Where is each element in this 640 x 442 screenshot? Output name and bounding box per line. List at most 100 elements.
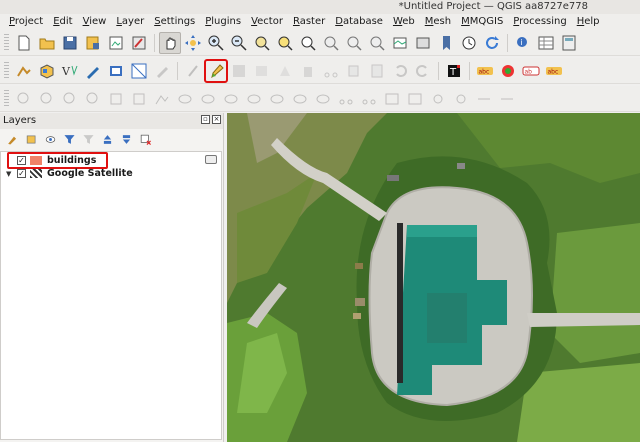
- zoom-last-icon[interactable]: [343, 32, 365, 54]
- zoom-native-icon[interactable]: [320, 32, 342, 54]
- trim-extend-icon[interactable]: [473, 88, 495, 110]
- layer-row-buildings[interactable]: ✓ buildings: [1, 152, 221, 169]
- open-project-icon[interactable]: [36, 32, 58, 54]
- collapse-all-icon[interactable]: [118, 131, 134, 147]
- menu-settings[interactable]: Settings: [149, 14, 200, 30]
- move-feature-icon[interactable]: [105, 88, 127, 110]
- field-calculator-icon[interactable]: [558, 32, 580, 54]
- add-part-icon[interactable]: [197, 88, 219, 110]
- menu-plugins[interactable]: Plugins: [200, 14, 246, 30]
- merge-features-icon[interactable]: [381, 88, 403, 110]
- zoom-in-icon[interactable]: [205, 32, 227, 54]
- current-edits-icon[interactable]: [182, 60, 204, 82]
- menu-mesh[interactable]: Mesh: [420, 14, 456, 30]
- reshape-features-icon[interactable]: [289, 88, 311, 110]
- bookmark-icon[interactable]: [435, 32, 457, 54]
- merge-attributes-icon[interactable]: [404, 88, 426, 110]
- layer-name[interactable]: Google Satellite: [47, 168, 133, 179]
- paste-features-icon[interactable]: [366, 60, 388, 82]
- text-annotation-icon[interactable]: T: [443, 60, 465, 82]
- expand-all-icon[interactable]: [99, 131, 115, 147]
- digitize-tracing-icon[interactable]: [13, 60, 35, 82]
- select-all-icon[interactable]: [82, 88, 104, 110]
- pan-to-selection-icon[interactable]: [182, 32, 204, 54]
- zoom-out-icon[interactable]: [228, 32, 250, 54]
- highlight-labels-icon[interactable]: ab: [520, 60, 542, 82]
- menu-view[interactable]: View: [78, 14, 112, 30]
- menu-web[interactable]: Web: [388, 14, 420, 30]
- manage-map-themes-icon[interactable]: [42, 131, 58, 147]
- identify-features-icon[interactable]: i: [512, 32, 534, 54]
- attribute-table-icon[interactable]: [535, 32, 557, 54]
- digitize-brush-icon[interactable]: [82, 60, 104, 82]
- reverse-line-icon[interactable]: [496, 88, 518, 110]
- rotate-point-symbols-icon[interactable]: [427, 88, 449, 110]
- open-layer-styling-icon[interactable]: [4, 131, 20, 147]
- split-features-icon[interactable]: [335, 88, 357, 110]
- zoom-to-layer-icon[interactable]: [297, 32, 319, 54]
- rotate-feature-icon[interactable]: [128, 88, 150, 110]
- layer-visibility-checkbox[interactable]: ✓: [17, 169, 26, 178]
- digitize-icon[interactable]: [151, 60, 173, 82]
- map-canvas[interactable]: [227, 113, 640, 442]
- redo-icon[interactable]: [412, 60, 434, 82]
- print-layout-icon[interactable]: [105, 32, 127, 54]
- filter-indicator-icon[interactable]: [205, 155, 217, 164]
- simplify-feature-icon[interactable]: [151, 88, 173, 110]
- refresh-icon[interactable]: [481, 32, 503, 54]
- zoom-full-icon[interactable]: [251, 32, 273, 54]
- add-feature-icon[interactable]: [251, 60, 273, 82]
- offset-curve-icon[interactable]: [312, 88, 334, 110]
- temporal-controller-icon[interactable]: [458, 32, 480, 54]
- remove-layer-icon[interactable]: [137, 131, 153, 147]
- split-parts-icon[interactable]: [358, 88, 380, 110]
- layer-row-google-satellite[interactable]: ▼ ✓ Google Satellite: [1, 167, 221, 180]
- menu-project[interactable]: Project: [4, 14, 48, 30]
- menu-edit[interactable]: Edit: [48, 14, 77, 30]
- layer-labeling-icon[interactable]: abc: [474, 60, 496, 82]
- zoom-next-icon[interactable]: [366, 32, 388, 54]
- menu-raster[interactable]: Raster: [288, 14, 330, 30]
- copy-features-icon[interactable]: [343, 60, 365, 82]
- add-virtual-layer-icon[interactable]: [128, 60, 150, 82]
- new-bookmark-icon[interactable]: [389, 32, 411, 54]
- float-panel-icon[interactable]: ▫: [201, 115, 210, 124]
- cut-features-icon[interactable]: [320, 60, 342, 82]
- select-features-icon[interactable]: [13, 88, 35, 110]
- undo-icon[interactable]: [389, 60, 411, 82]
- menu-vector[interactable]: Vector: [246, 14, 288, 30]
- menu-layer[interactable]: Layer: [111, 14, 149, 30]
- filter-by-expression-icon[interactable]: [80, 131, 96, 147]
- toolbar-grip[interactable]: [4, 89, 9, 108]
- show-bookmarks-icon[interactable]: [412, 32, 434, 54]
- toolbar-grip[interactable]: [4, 61, 9, 80]
- offset-point-symbols-icon[interactable]: [450, 88, 472, 110]
- new-project-icon[interactable]: [13, 32, 35, 54]
- deselect-icon[interactable]: [59, 88, 81, 110]
- add-group-icon[interactable]: [23, 131, 39, 147]
- add-delimited-text-icon[interactable]: V: [59, 60, 81, 82]
- menu-database[interactable]: Database: [330, 14, 388, 30]
- pan-hand-icon[interactable]: [159, 31, 181, 54]
- rotate-label-icon[interactable]: abc: [543, 60, 565, 82]
- toolbar-grip[interactable]: [4, 33, 9, 52]
- delete-ring-icon[interactable]: [243, 88, 265, 110]
- toggle-editing-pencil-icon[interactable]: [204, 58, 228, 83]
- add-vector-layer-icon[interactable]: [36, 60, 58, 82]
- delete-selected-icon[interactable]: [297, 60, 319, 82]
- zoom-to-selection-icon[interactable]: [274, 32, 296, 54]
- save-as-icon[interactable]: [82, 32, 104, 54]
- save-edits-icon[interactable]: [228, 60, 250, 82]
- save-project-icon[interactable]: [59, 32, 81, 54]
- delete-part-icon[interactable]: [266, 88, 288, 110]
- style-manager-icon[interactable]: [128, 32, 150, 54]
- vertex-tool-icon[interactable]: [274, 60, 296, 82]
- select-by-value-icon[interactable]: [36, 88, 58, 110]
- menu-help[interactable]: Help: [572, 14, 605, 30]
- pin-labels-icon[interactable]: [497, 60, 519, 82]
- menu-processing[interactable]: Processing: [508, 14, 571, 30]
- add-ring-icon[interactable]: [174, 88, 196, 110]
- close-panel-icon[interactable]: ×: [212, 115, 221, 124]
- fill-ring-icon[interactable]: [220, 88, 242, 110]
- menu-mmqgis[interactable]: MMQGIS: [456, 14, 508, 30]
